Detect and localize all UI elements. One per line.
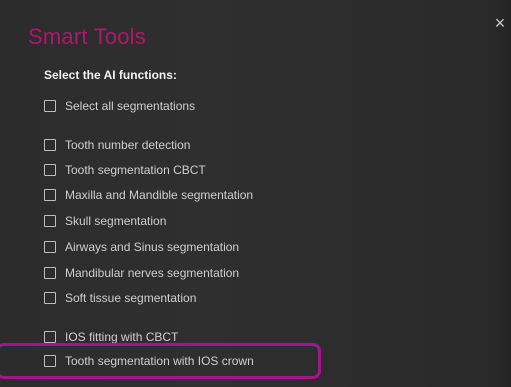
option-label: Skull segmentation (65, 214, 167, 228)
close-icon[interactable]: × (491, 14, 509, 32)
checkbox[interactable] (44, 355, 56, 367)
checkbox[interactable] (44, 139, 56, 151)
dialog-title: Smart Tools (28, 24, 146, 49)
option-tooth-segmentation-ios-crown[interactable]: Tooth segmentation with IOS crown (44, 352, 254, 370)
checkbox[interactable] (44, 100, 56, 112)
option-tooth-segmentation-cbct[interactable]: Tooth segmentation CBCT (44, 161, 206, 179)
option-label: Select all segmentations (65, 99, 196, 113)
option-airways-sinus-segmentation[interactable]: Airways and Sinus segmentation (44, 238, 239, 256)
checkbox[interactable] (44, 215, 56, 227)
option-select-all[interactable]: Select all segmentations (44, 97, 195, 115)
option-label: Airways and Sinus segmentation (65, 240, 240, 254)
option-mandibular-nerves-segmentation[interactable]: Mandibular nerves segmentation (44, 264, 239, 282)
option-maxilla-mandible-segmentation[interactable]: Maxilla and Mandible segmentation (44, 186, 253, 204)
option-skull-segmentation[interactable]: Skull segmentation (44, 212, 166, 230)
option-ios-fitting-cbct[interactable]: IOS fitting with CBCT (44, 328, 178, 346)
option-soft-tissue-segmentation[interactable]: Soft tissue segmentation (44, 289, 196, 307)
option-tooth-number-detection[interactable]: Tooth number detection (44, 136, 190, 154)
checkbox[interactable] (44, 331, 56, 343)
option-label: Tooth number detection (65, 138, 191, 152)
checkbox[interactable] (44, 164, 56, 176)
option-label: Mandibular nerves segmentation (65, 266, 240, 280)
option-label: Tooth segmentation CBCT (65, 163, 206, 177)
option-label: Tooth segmentation with IOS crown (65, 354, 254, 368)
checkbox[interactable] (44, 267, 56, 279)
option-label: IOS fitting with CBCT (65, 330, 179, 344)
checkbox[interactable] (44, 241, 56, 253)
option-label: Soft tissue segmentation (65, 291, 197, 305)
section-subtitle: Select the AI functions: (44, 68, 177, 82)
checkbox[interactable] (44, 292, 56, 304)
smart-tools-dialog: Smart Tools × Select the AI functions: S… (0, 0, 511, 387)
option-label: Maxilla and Mandible segmentation (65, 188, 254, 202)
checkbox[interactable] (44, 189, 56, 201)
